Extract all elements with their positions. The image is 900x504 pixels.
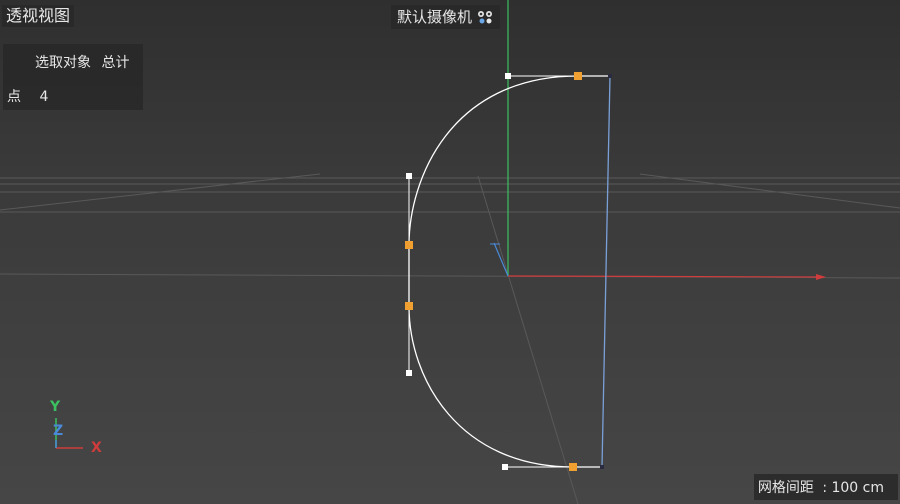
spline-point[interactable] [600, 465, 604, 469]
info-column-total: 总计 [101, 55, 130, 71]
camera-label: 默认摄像机 [397, 8, 473, 26]
x-axis-arrow [816, 274, 826, 280]
spline-point-selected[interactable] [574, 72, 582, 80]
selection-info-panel: 选取对象 总计 点 4 [3, 44, 143, 110]
info-row-points: 点 4 [7, 86, 48, 106]
gizmo-y-label: Y [50, 399, 61, 415]
spline-point-selected[interactable] [569, 463, 577, 471]
viewport-title-menu[interactable]: 透视视图 [2, 5, 75, 27]
perspective-viewport[interactable]: 透视视图 默认摄像机 选取对象 总计 点 4 Y Z X 网格间距: 100 … [0, 0, 900, 504]
spline-point[interactable] [608, 74, 612, 78]
axis-orientation-gizmo: Y Z X [45, 398, 115, 458]
grid-line [477, 175, 579, 504]
floor-grid [0, 173, 900, 504]
tangent-handle[interactable] [502, 464, 508, 470]
info-row-label: 点 [7, 89, 21, 105]
z-axis-line [493, 242, 509, 277]
spline-point-selected[interactable] [405, 241, 413, 249]
camera-options-icon[interactable] [476, 8, 494, 26]
spline-point-selected[interactable] [405, 302, 413, 310]
camera-menu[interactable]: 默认摄像机 [391, 5, 501, 29]
grid-spacing-value: : 100 cm [822, 480, 884, 496]
gizmo-z-label: Z [53, 423, 64, 439]
info-row-value: 4 [39, 89, 49, 105]
info-header: 选取对象 总计 [35, 52, 129, 72]
tangent-handle[interactable] [406, 370, 412, 376]
spline-closing-segment[interactable] [601, 75, 611, 468]
gizmo-x-label: X [91, 440, 102, 456]
spline-curve[interactable] [408, 75, 579, 468]
tangent-handle[interactable] [406, 173, 412, 179]
tangent-handle[interactable] [505, 73, 511, 79]
viewport-title-label: 透视视图 [6, 6, 71, 25]
world-axes [490, 0, 826, 280]
info-column-selected: 选取对象 [35, 55, 91, 71]
grid-spacing-label: 网格间距 [757, 480, 814, 496]
grid-line [639, 173, 900, 209]
grid-spacing-readout: 网格间距 : 100 cm [753, 474, 898, 500]
